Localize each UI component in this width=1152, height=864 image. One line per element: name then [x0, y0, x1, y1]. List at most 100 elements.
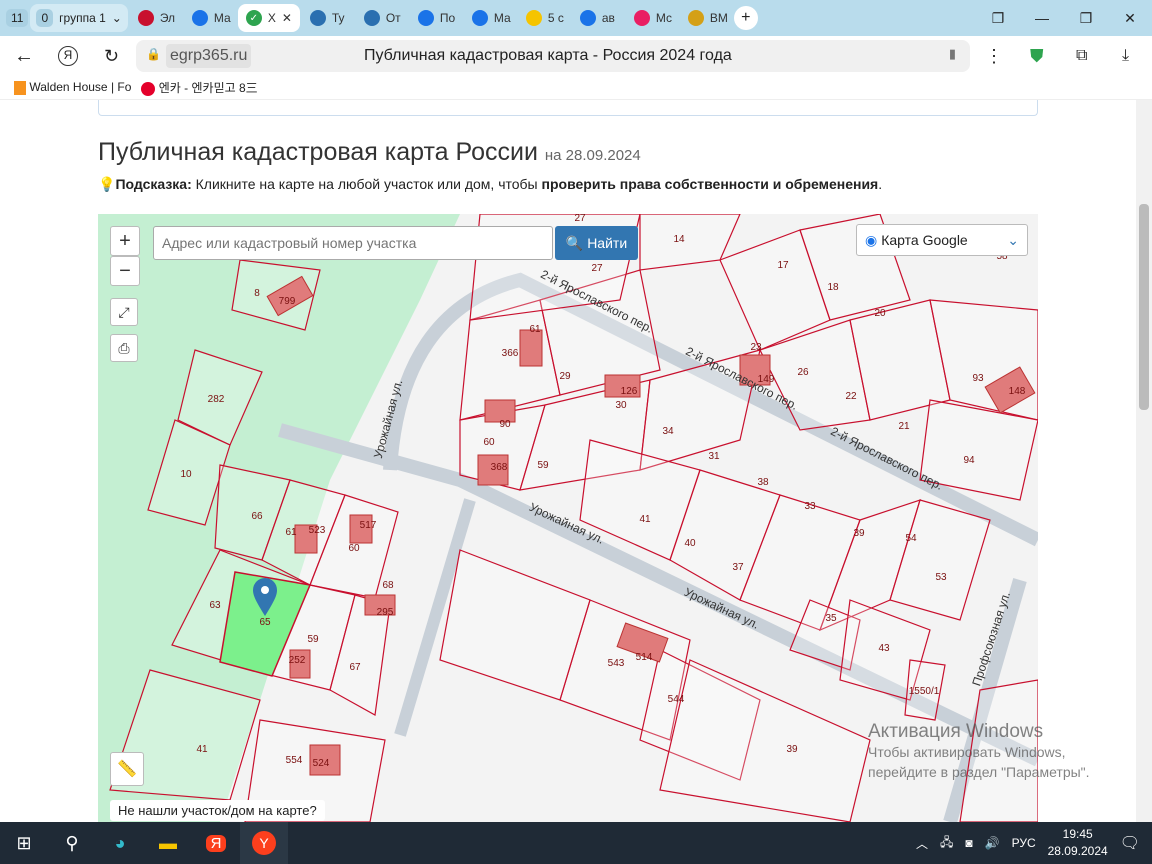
parcel-label[interactable]: 31: [708, 451, 720, 462]
bookmark-icon[interactable]: ▮: [949, 46, 956, 62]
search-icon[interactable]: ⚲: [48, 822, 96, 864]
parcel-label[interactable]: 26: [797, 367, 809, 378]
parcel-label[interactable]: 14: [673, 234, 685, 245]
find-button[interactable]: 🔍 Найти: [555, 226, 638, 260]
parcel-label[interactable]: 22: [845, 391, 857, 402]
parcel-label[interactable]: 59: [537, 460, 549, 471]
browser-tab[interactable]: От: [356, 4, 408, 32]
parcel-label[interactable]: 68: [382, 580, 394, 591]
parcel-label[interactable]: 524: [313, 758, 330, 769]
chevron-up-icon[interactable]: ︿: [916, 835, 928, 852]
parcel-label[interactable]: 38: [757, 477, 769, 488]
network-icon[interactable]: 🖧: [940, 833, 953, 854]
browser-tab[interactable]: Мс: [626, 4, 678, 32]
parcel-label[interactable]: 65: [259, 617, 271, 628]
parcel-label[interactable]: 554: [286, 755, 303, 766]
parcel-label[interactable]: 67: [349, 662, 361, 673]
parcel-label[interactable]: 282: [208, 394, 225, 405]
ruler-icon[interactable]: 📏: [110, 752, 144, 786]
close-tab-icon[interactable]: ✕: [282, 11, 292, 25]
browser-tab[interactable]: Ма: [464, 4, 516, 32]
volume-icon[interactable]: 🔊: [985, 836, 1000, 850]
parcel-label[interactable]: 61: [529, 324, 541, 335]
parcel-label[interactable]: 126: [621, 386, 638, 397]
download-icon[interactable]: ⤓: [1122, 47, 1129, 65]
parcel-label[interactable]: 27: [591, 263, 603, 274]
tab-count[interactable]: 11: [6, 9, 29, 27]
bookmark-encar[interactable]: 엔카 - 엔카믿고 8三: [141, 79, 258, 96]
parcel-label[interactable]: 252: [289, 655, 306, 666]
browser-tab[interactable]: Эл: [130, 4, 182, 32]
parcel-label[interactable]: 93: [972, 373, 984, 384]
not-found-link[interactable]: Не нашли участок/дом на карте?: [110, 800, 325, 821]
parcel-label[interactable]: 514: [636, 652, 653, 663]
parcel-label[interactable]: 799: [279, 296, 296, 307]
parcel-label[interactable]: 90: [499, 419, 511, 430]
parcel-label[interactable]: 18: [827, 282, 839, 293]
parcel-label[interactable]: 35: [825, 613, 837, 624]
tabs-menu-icon[interactable]: ❐: [976, 10, 1020, 27]
parcel-label[interactable]: 1550/1: [909, 686, 940, 697]
back-button[interactable]: ←: [14, 45, 34, 68]
search-input[interactable]: [153, 226, 553, 260]
layer-select[interactable]: ◉ Карта Google ⌄: [856, 224, 1028, 256]
tab-group[interactable]: 0 группа 1 ⌄: [30, 4, 128, 32]
start-button[interactable]: ⊞: [0, 822, 48, 864]
print-icon[interactable]: ⎙: [110, 334, 138, 362]
minimize-button[interactable]: —: [1020, 10, 1064, 26]
clock[interactable]: 19:45 28.09.2024: [1048, 826, 1108, 860]
zoom-out-button[interactable]: −: [110, 256, 140, 286]
browser-tab[interactable]: Ма: [184, 4, 236, 32]
parcel[interactable]: [659, 659, 871, 822]
parcel-label[interactable]: 368: [491, 462, 508, 473]
menu-icon[interactable]: ⋮: [985, 46, 1003, 67]
parcel-label[interactable]: 33: [804, 501, 816, 512]
parcel-label[interactable]: 17: [777, 260, 789, 271]
parcel-label[interactable]: 40: [684, 538, 696, 549]
new-tab-button[interactable]: +: [733, 6, 758, 30]
bookmark-walden[interactable]: Walden House | Fo: [14, 80, 131, 95]
parcel-label[interactable]: 20: [874, 308, 886, 319]
maximize-button[interactable]: ❐: [1064, 10, 1108, 27]
parcel-label[interactable]: 41: [196, 744, 208, 755]
page-scrollbar[interactable]: [1136, 100, 1152, 822]
parcel-label[interactable]: 41: [639, 514, 651, 525]
parcel-label[interactable]: 43: [878, 643, 890, 654]
parcel-label[interactable]: 60: [348, 543, 360, 554]
zoom-in-button[interactable]: +: [110, 226, 140, 256]
yandex-browser-icon[interactable]: Y: [240, 822, 288, 864]
parcel-label[interactable]: 295: [377, 607, 394, 618]
parcel-label[interactable]: 23: [750, 342, 762, 353]
parcel-label[interactable]: 37: [732, 562, 744, 573]
parcel-label[interactable]: 10: [180, 469, 192, 480]
parcel-label[interactable]: 63: [209, 600, 221, 611]
parcel-label[interactable]: 59: [307, 634, 319, 645]
parcel-label[interactable]: 523: [309, 525, 326, 536]
parcel-label[interactable]: 61: [285, 527, 297, 538]
explorer-icon[interactable]: ▬: [144, 822, 192, 864]
url-field[interactable]: 🔒 egrp365.ru Публичная кадастровая карта…: [136, 40, 970, 72]
edge-icon[interactable]: ◕: [96, 822, 144, 864]
parcel[interactable]: [929, 299, 1038, 421]
scrollbar-thumb[interactable]: [1139, 204, 1149, 410]
browser-tab[interactable]: ав: [572, 4, 624, 32]
parcel-label[interactable]: 21: [898, 421, 910, 432]
browser-tab[interactable]: ✓ Х ✕: [237, 4, 300, 32]
parcel-label[interactable]: 60: [483, 437, 495, 448]
parcel-label[interactable]: 148: [1009, 386, 1026, 397]
parcel-label[interactable]: 29: [559, 371, 571, 382]
parcel-label[interactable]: 53: [935, 572, 947, 583]
extensions-icon[interactable]: ⧉: [1076, 47, 1087, 65]
shield-icon[interactable]: ⛊: [1030, 46, 1044, 67]
browser-tab[interactable]: 5 с: [518, 4, 570, 32]
parcel-label[interactable]: 39: [786, 744, 798, 755]
camera-icon[interactable]: ◙: [965, 836, 972, 850]
parcel-label[interactable]: 39: [853, 528, 865, 539]
fullscreen-icon[interactable]: ⤢: [110, 298, 138, 326]
parcel-label[interactable]: 8: [254, 288, 260, 299]
reload-button[interactable]: ↻: [104, 46, 119, 67]
browser-tab[interactable]: Ту: [302, 4, 354, 32]
browser-tab[interactable]: По: [410, 4, 462, 32]
parcel-label[interactable]: 30: [615, 400, 627, 411]
notifications-icon[interactable]: 🗨: [1120, 833, 1140, 853]
